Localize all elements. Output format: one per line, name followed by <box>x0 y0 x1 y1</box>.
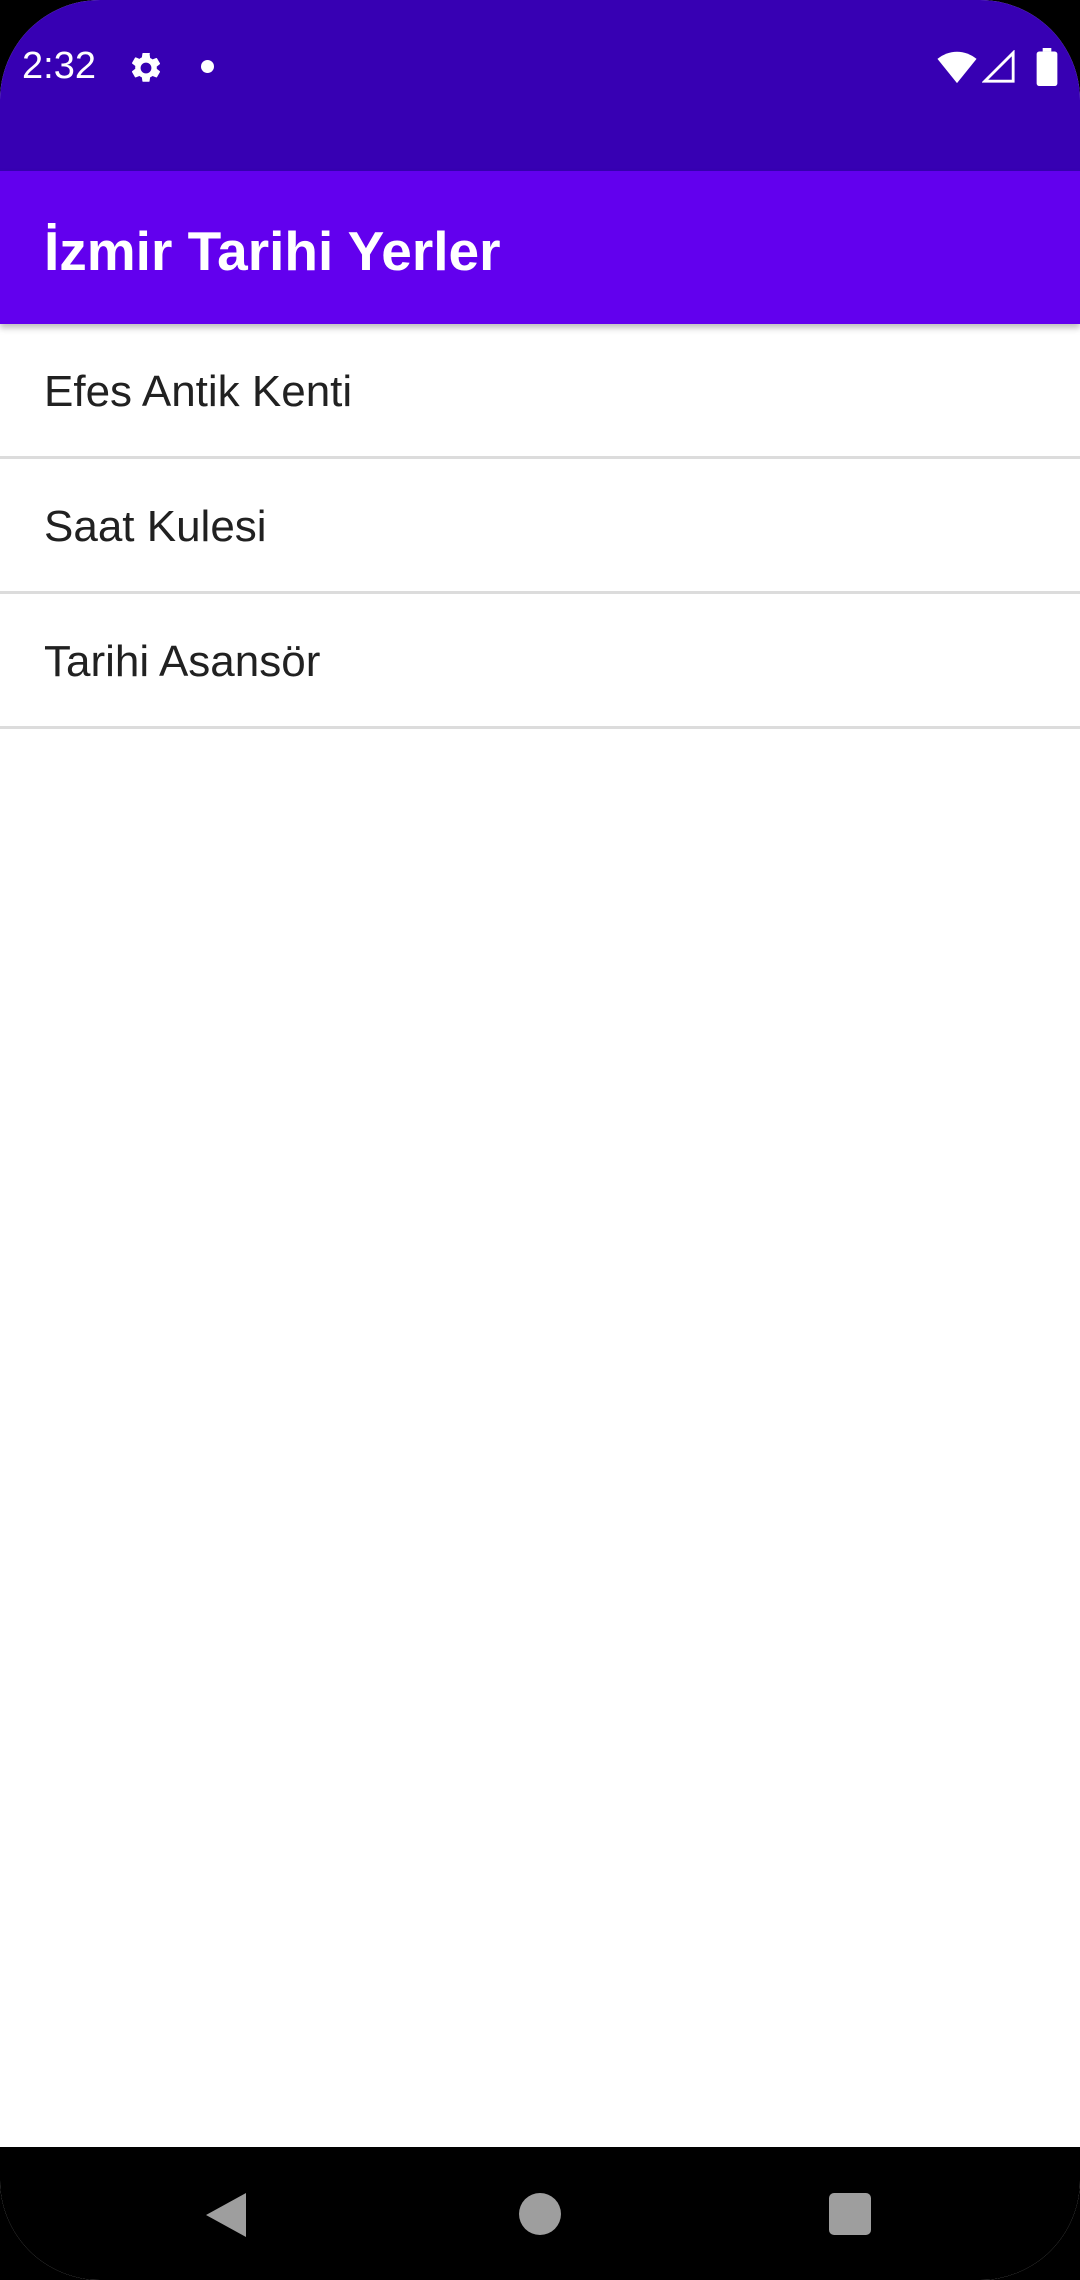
navigation-bar <box>0 2147 1080 2280</box>
status-bar: 2:32 <box>0 0 1080 171</box>
list-item-label: Tarihi Asansör <box>44 637 321 686</box>
app-title: İzmir Tarihi Yerler <box>44 220 501 282</box>
status-time: 2:32 <box>22 45 96 87</box>
device-screen: 2:32 İzmir Tarihi Yerler Efes Antik Kent… <box>0 0 1080 2280</box>
notification-dot-icon <box>201 60 214 73</box>
list-item-label: Saat Kulesi <box>44 502 267 551</box>
list-item-label: Efes Antik Kenti <box>44 367 353 416</box>
home-icon[interactable] <box>519 2193 561 2235</box>
list-item[interactable]: Tarihi Asansör <box>0 594 1080 729</box>
back-icon[interactable] <box>204 2191 248 2239</box>
list-item[interactable]: Efes Antik Kenti <box>0 324 1080 459</box>
wifi-icon <box>937 51 977 84</box>
battery-icon <box>1036 48 1058 86</box>
places-list: Efes Antik Kenti Saat Kulesi Tarihi Asan… <box>0 324 1080 729</box>
recents-icon[interactable] <box>829 2193 871 2235</box>
cell-signal-icon <box>982 50 1015 83</box>
settings-icon <box>131 52 161 82</box>
app-bar: İzmir Tarihi Yerler <box>0 171 1080 324</box>
list-item[interactable]: Saat Kulesi <box>0 459 1080 594</box>
